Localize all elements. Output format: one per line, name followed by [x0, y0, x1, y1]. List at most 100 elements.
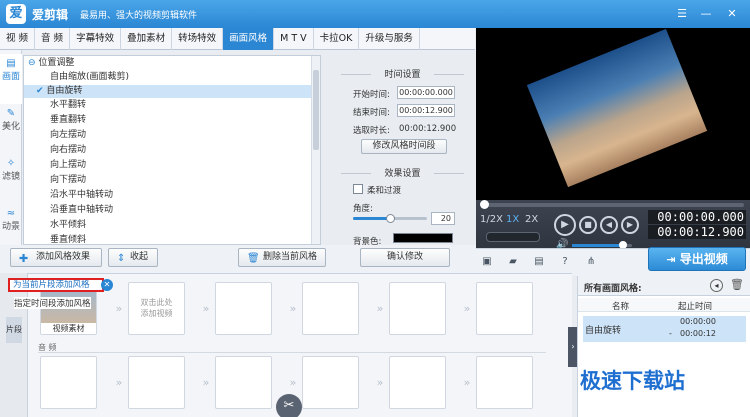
bg-color-swatch[interactable]: [393, 233, 453, 243]
tree-scrollbar[interactable]: [311, 56, 320, 244]
checkmark-icon: ✔: [36, 86, 44, 96]
export-icon: ⇥: [666, 253, 676, 266]
play-button[interactable]: ▶: [554, 214, 576, 236]
side-tab-label: 动景: [1, 222, 20, 232]
audio-slot[interactable]: [128, 356, 185, 409]
add-video-slot[interactable]: 双击此处 添加视频: [128, 282, 185, 335]
tree-item[interactable]: 向上摆动: [24, 159, 311, 172]
segment-tab[interactable]: 片段: [6, 317, 22, 343]
tab-audio[interactable]: 音 频: [35, 28, 71, 50]
end-time-label: 结束时间:: [353, 108, 390, 118]
side-tab-filter[interactable]: ✧ 滤镜: [0, 154, 22, 204]
tree-item[interactable]: 水平翻转: [24, 99, 311, 112]
speed-double[interactable]: 2X: [525, 214, 538, 225]
tab-picture-style[interactable]: 画面风格: [223, 28, 275, 50]
delete-style-label: 删除当前风格: [262, 252, 317, 262]
collapse-button[interactable]: ⇕ 收起: [108, 248, 158, 267]
add-style-popup-item[interactable]: 为当前片段添加风格: [8, 278, 104, 292]
app-name: 爱剪辑: [32, 8, 69, 22]
time-settings-heading: 时间设置: [335, 67, 470, 81]
col-time: 起止时间: [678, 302, 713, 312]
style-row-start: 00:00:00: [680, 317, 716, 326]
close-icon[interactable]: ✕: [724, 6, 740, 22]
total-time: 00:00:12.900: [648, 225, 746, 239]
tree-item[interactable]: 沿水平中轴转动: [24, 189, 311, 202]
angle-slider[interactable]: [353, 214, 427, 223]
tree-group[interactable]: ⊖ 位置调整: [24, 57, 311, 70]
side-tab-label: 画面: [1, 72, 20, 82]
volume-slider[interactable]: [572, 241, 632, 249]
end-time-input[interactable]: 00:00:12.900: [397, 104, 455, 117]
playback-progress[interactable]: [480, 200, 744, 209]
next-frame-button[interactable]: ▶: [621, 216, 639, 234]
style-tree: ⊖ 位置调整 自由缩放(画面裁剪) ✔ 自由旋转 水平翻转 垂直翻转 向左摆动 …: [23, 55, 321, 245]
tab-karaoke[interactable]: 卡拉OK: [314, 28, 360, 50]
side-tab-picture[interactable]: ▤ 画面: [0, 54, 22, 104]
share-icon[interactable]: ⋔: [584, 256, 598, 269]
export-video-button[interactable]: ⇥ 导出视频: [648, 247, 746, 271]
chevron-right-icon: »: [202, 376, 210, 389]
tab-video[interactable]: 视 频: [0, 28, 36, 50]
help-icon[interactable]: ?: [558, 256, 572, 269]
empty-slot[interactable]: [389, 282, 446, 335]
prev-frame-button[interactable]: ◀: [600, 216, 618, 234]
empty-slot[interactable]: [215, 282, 272, 335]
folder-icon[interactable]: ▰: [506, 256, 520, 269]
scissors-icon[interactable]: ✂: [276, 394, 302, 417]
side-tab-label: 滤镜: [1, 172, 20, 182]
app-window: 爱 爱剪辑 最易用、强大的视频剪辑软件 ☰ — ✕ 视 频 音 频 字幕特效 叠…: [0, 0, 750, 417]
start-time-input[interactable]: 00:00:00.000: [397, 86, 455, 99]
tree-item-selected[interactable]: ✔ 自由旋转: [24, 85, 311, 98]
collapse-label: 收起: [129, 252, 148, 262]
tab-upgrade[interactable]: 升级与服务: [359, 28, 420, 50]
scrub-wheel[interactable]: [486, 232, 540, 242]
add-style-time-range-item[interactable]: 指定时间段添加风格: [14, 297, 91, 309]
speed-normal[interactable]: 1X: [506, 214, 519, 225]
tree-item[interactable]: 垂直翻转: [24, 114, 311, 127]
style-row-dash: -: [669, 329, 672, 338]
save-icon[interactable]: ▤: [532, 256, 546, 269]
audio-slot[interactable]: [215, 356, 272, 409]
modify-time-button[interactable]: 修改风格时间段: [361, 139, 447, 154]
progress-handle[interactable]: [480, 200, 489, 209]
close-icon[interactable]: ✕: [101, 279, 113, 291]
side-tab-beautify[interactable]: ✎ 美化: [0, 104, 22, 154]
site-watermark: 极速下载站: [580, 369, 685, 393]
settings-panel: 时间设置 开始时间: 00:00:00.000 结束时间: 00:00:12.9…: [335, 55, 470, 265]
audio-slot[interactable]: [476, 356, 533, 409]
angle-slider-knob[interactable]: [386, 214, 395, 223]
angle-input[interactable]: 20: [431, 212, 455, 225]
scrollbar-thumb[interactable]: [313, 70, 319, 150]
snapshot-icon[interactable]: ▣: [480, 256, 494, 269]
tree-item[interactable]: 自由缩放(画面裁剪): [24, 71, 311, 84]
confirm-button[interactable]: 确认修改: [360, 248, 450, 267]
stop-button[interactable]: ■: [579, 216, 597, 234]
add-style-button[interactable]: ✚ 添加风格效果: [10, 248, 102, 267]
speed-half[interactable]: 1/2X: [480, 214, 503, 225]
audio-slot[interactable]: [302, 356, 359, 409]
tree-item[interactable]: 向下摆动: [24, 174, 311, 187]
tab-transitions[interactable]: 转场特效: [172, 28, 224, 50]
audio-slot[interactable]: [389, 356, 446, 409]
tab-subtitle-effects[interactable]: 字幕特效: [70, 28, 122, 50]
tree-item[interactable]: 向右摆动: [24, 144, 311, 157]
side-tab-label: 美化: [1, 122, 20, 132]
tab-mtv[interactable]: M T V: [274, 28, 314, 50]
tree-item[interactable]: 水平倾斜: [24, 219, 311, 232]
tree-item[interactable]: 沿垂直中轴转动: [24, 204, 311, 217]
smooth-checkbox[interactable]: [353, 184, 363, 194]
styles-panel-title: 所有画面风格:: [584, 284, 642, 294]
tab-overlay[interactable]: 叠加素材: [121, 28, 173, 50]
tree-item[interactable]: 向左摆动: [24, 129, 311, 142]
trash-icon[interactable]: 🗑: [730, 278, 744, 291]
style-row[interactable]: 自由旋转 00:00:00 - 00:00:12: [583, 316, 746, 342]
minimize-icon[interactable]: —: [698, 6, 714, 22]
back-icon[interactable]: ◂: [710, 279, 723, 292]
delete-style-button[interactable]: 🗑 删除当前风格: [238, 248, 326, 267]
audio-slot[interactable]: [40, 356, 97, 409]
menu-icon[interactable]: ☰: [674, 6, 690, 22]
styles-columns: 名称 起止时间: [578, 298, 750, 312]
empty-slot[interactable]: [476, 282, 533, 335]
tree-item[interactable]: 垂直倾斜: [24, 234, 311, 244]
empty-slot[interactable]: [302, 282, 359, 335]
